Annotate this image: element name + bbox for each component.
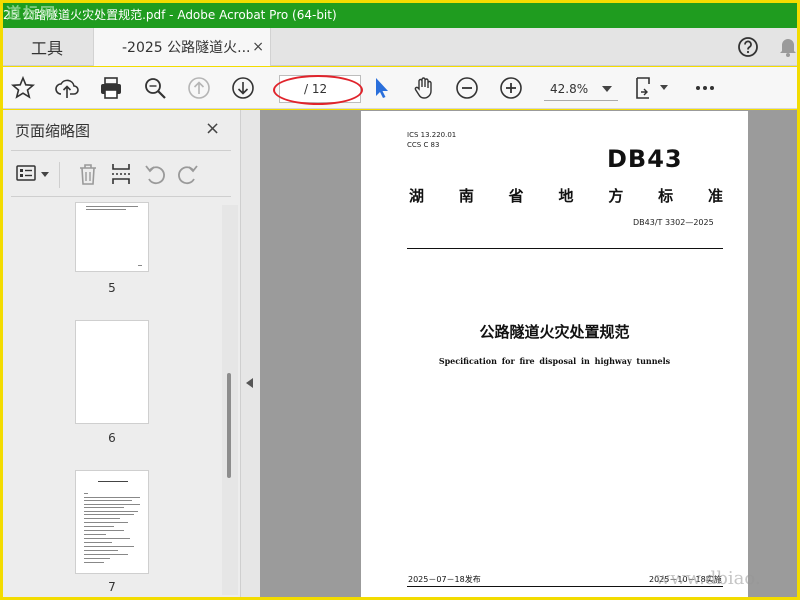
divider (407, 586, 723, 587)
panel-collapse-strip[interactable] (241, 110, 260, 597)
next-page-icon[interactable] (230, 75, 256, 101)
divider (11, 196, 231, 197)
document-viewport[interactable]: ICS 13.220.01 CCS C 83 DB43 湖 南 省 地 方 标 … (260, 110, 797, 597)
divider (11, 150, 231, 151)
thumbnail-label: 5 (108, 281, 116, 295)
divider (59, 162, 60, 188)
text-line (84, 538, 130, 539)
window-title: 25 公路隧道火灾处置规范.pdf - Adobe Acrobat Pro (6… (3, 8, 337, 22)
page-thumbnail-6[interactable] (75, 320, 149, 424)
bookmark-star-icon[interactable] (10, 75, 36, 101)
select-cursor-icon[interactable] (368, 75, 394, 101)
zoom-level-value: 42.8% (550, 81, 589, 96)
title-bar: 25 公路隧道火灾处置规范.pdf - Adobe Acrobat Pro (6… (3, 3, 797, 28)
scrollbar-thumb[interactable] (227, 373, 231, 478)
text-line (84, 534, 106, 535)
text-line (84, 522, 128, 523)
main-toolbar: / 12 42.8% (3, 67, 797, 109)
rotate-left-icon[interactable] (143, 162, 167, 186)
text-line (84, 558, 110, 559)
region-char: 南 (458, 187, 474, 205)
text-line (84, 546, 134, 547)
standard-code: DB43/T 3302—2025 (633, 218, 714, 227)
chevron-down-icon (602, 85, 612, 92)
tab-document-label: -2025 公路隧道火... (122, 40, 251, 56)
text-line (84, 554, 128, 555)
more-options-icon[interactable] (692, 75, 718, 101)
ics-line: ICS 13.220.01 (407, 131, 457, 139)
tab-document[interactable]: -2025 公路隧道火... × (93, 28, 271, 66)
ics-code: ICS 13.220.01 CCS C 83 (407, 130, 456, 150)
thumbnail-panel: 页面缩略图 × 5 6 7 (3, 110, 241, 597)
pdf-page: ICS 13.220.01 CCS C 83 DB43 湖 南 省 地 方 标 … (361, 111, 748, 597)
thumbnail-options-icon[interactable] (15, 162, 51, 186)
text-line (84, 500, 132, 501)
text-line (84, 504, 140, 505)
collapse-arrow-icon[interactable] (246, 378, 253, 388)
document-title-cn: 公路隧道火灾处置规范 (479, 323, 630, 341)
print-icon[interactable] (98, 75, 124, 101)
region-char: 标 (658, 187, 674, 205)
page-number-input[interactable]: / 12 (279, 75, 361, 103)
previous-page-icon[interactable] (186, 75, 212, 101)
page-thumbnail-5[interactable] (75, 202, 149, 272)
text-line (84, 562, 104, 563)
text-line (84, 507, 124, 508)
text-line (84, 526, 114, 527)
region-char: 湖 (409, 187, 425, 205)
rotate-right-icon[interactable] (176, 162, 200, 186)
text-line (86, 206, 138, 207)
delete-page-icon[interactable] (76, 162, 100, 186)
db-mark: DB43 (607, 145, 683, 173)
thumbnail-label: 7 (108, 580, 116, 594)
page-thumbnail-7[interactable] (75, 470, 149, 574)
text-line (84, 514, 134, 515)
text-line (84, 550, 118, 551)
publish-date: 2025－07－18发布 (408, 575, 481, 584)
notification-bell-icon[interactable] (778, 36, 798, 58)
region-char: 方 (608, 187, 624, 205)
tab-close-button[interactable]: × (252, 39, 264, 55)
ccs-line: CCS C 83 (407, 141, 440, 149)
implement-date: 2025－10－18实施 (649, 575, 722, 584)
page-total-label: / 12 (304, 82, 328, 96)
text-line (84, 497, 140, 498)
tab-tools[interactable]: 工具 (3, 28, 91, 66)
divider (407, 248, 723, 249)
text-line (84, 518, 120, 519)
panel-title: 页面缩略图 (15, 122, 91, 140)
region-char: 准 (707, 187, 723, 205)
document-title-en: Specification for fire disposal in highw… (438, 356, 671, 366)
region-char: 省 (508, 187, 524, 205)
cloud-upload-icon[interactable] (54, 75, 80, 101)
panel-toolbar (11, 158, 231, 194)
text-line (84, 542, 112, 543)
hand-tool-icon[interactable] (411, 75, 437, 101)
fit-page-icon[interactable] (633, 75, 671, 101)
text-line (138, 265, 142, 266)
zoom-in-icon[interactable] (498, 75, 524, 101)
region-char: 地 (558, 187, 574, 205)
text-line (86, 209, 126, 210)
standard-region: 湖 南 省 地 方 标 准 (409, 185, 723, 206)
insert-page-icon[interactable] (109, 162, 133, 186)
text-line (84, 493, 88, 494)
text-line (98, 481, 128, 482)
zoom-out-icon[interactable] (454, 75, 480, 101)
zoom-search-icon[interactable] (142, 75, 168, 101)
help-icon[interactable] (737, 36, 759, 58)
text-line (84, 511, 138, 512)
panel-close-button[interactable]: × (205, 118, 220, 139)
thumbnail-label: 6 (108, 431, 116, 445)
zoom-level-dropdown[interactable]: 42.8% (544, 77, 618, 101)
text-line (84, 530, 124, 531)
tab-bar: 工具 -2025 公路隧道火... × (3, 28, 797, 66)
